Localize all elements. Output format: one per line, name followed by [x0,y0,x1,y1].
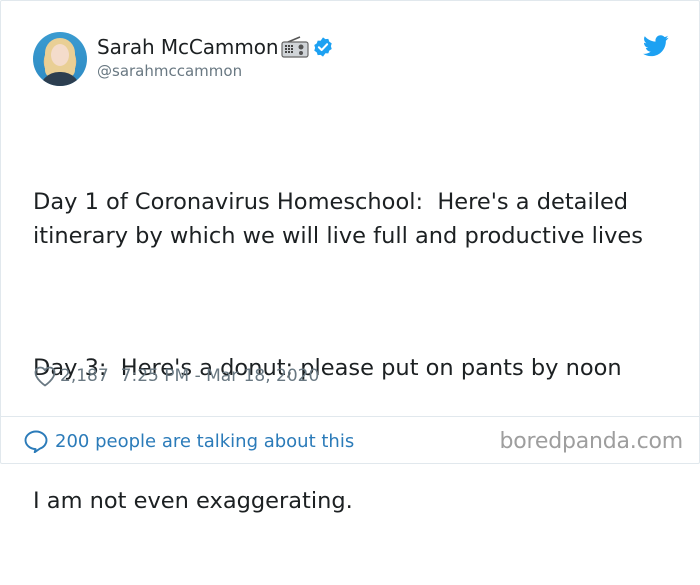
conversation-link[interactable]: 200 people are talking about this [23,429,354,453]
tweet-paragraph: Day 1 of Coronavirus Homeschool: Here's … [33,189,643,249]
tweet-card: Sarah McCammon @sarahmccammon Day 1 of C… [0,0,700,514]
heart-icon[interactable] [33,365,57,387]
author-handle[interactable]: @sarahmccammon [97,61,242,81]
author-avatar[interactable] [33,32,87,86]
divider [1,416,699,417]
conversation-link-label: 200 people are talking about this [55,430,355,452]
tweet-paragraph: I am not even exaggerating. [33,487,353,514]
radio-icon [281,36,310,58]
tweet-text: Day 1 of Coronavirus Homeschool: Here's … [33,119,683,585]
avatar-face [51,44,69,66]
watermark: boredpanda.com [499,429,683,454]
verified-badge-icon [314,37,333,57]
like-count[interactable]: 2,187 [60,366,109,386]
twitter-bird-icon[interactable] [643,35,669,57]
author-display-name[interactable]: Sarah McCammon [97,35,279,59]
tweet-timestamp[interactable]: 7:25 PM - Mar 18, 2020 [121,366,320,386]
tweet-meta: 2,187 7:25 PM - Mar 18, 2020 [33,365,319,387]
speech-bubble-icon [24,430,48,453]
author-name-row: Sarah McCammon [97,35,334,59]
